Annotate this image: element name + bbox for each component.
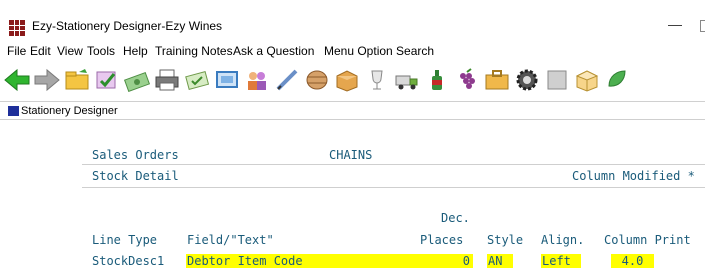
menu-tools[interactable]: Tools bbox=[87, 44, 115, 58]
folder-icon[interactable] bbox=[62, 65, 92, 95]
grapes-icon[interactable] bbox=[452, 65, 482, 95]
menu-training-notes[interactable]: Training Notes bbox=[155, 44, 233, 58]
row-field-input[interactable]: Debtor Item Code bbox=[186, 254, 473, 268]
row-places-input[interactable]: 0 bbox=[455, 254, 473, 268]
title-bar: Ezy-Stationery Designer-Ezy Wines — bbox=[0, 0, 705, 44]
back-arrow-icon[interactable] bbox=[2, 65, 32, 95]
header-align: Align. bbox=[541, 233, 585, 247]
check-icon[interactable] bbox=[92, 65, 122, 95]
form-code: CHAINS bbox=[329, 148, 373, 162]
document-icon bbox=[8, 106, 19, 116]
form-name: Sales Orders bbox=[92, 148, 179, 162]
leaf-icon[interactable] bbox=[602, 65, 632, 95]
menu-help[interactable]: Help bbox=[123, 44, 148, 58]
header-style: Style bbox=[487, 233, 524, 247]
divider-top bbox=[82, 164, 705, 165]
menu-file[interactable]: File bbox=[7, 44, 26, 58]
pen-icon[interactable] bbox=[272, 65, 302, 95]
barrel-icon[interactable] bbox=[302, 65, 332, 95]
header-places: Places bbox=[420, 233, 464, 247]
menu-edit[interactable]: Edit bbox=[30, 44, 51, 58]
menu-view[interactable]: View bbox=[57, 44, 83, 58]
restore-button[interactable] bbox=[700, 20, 705, 32]
wine-glass-icon[interactable] bbox=[362, 65, 392, 95]
divider-bottom bbox=[82, 187, 705, 188]
screen-icon[interactable] bbox=[212, 65, 242, 95]
row-column-print-input[interactable]: 4.0 bbox=[611, 254, 654, 268]
people-icon[interactable] bbox=[242, 65, 272, 95]
row-style-input[interactable]: AN bbox=[487, 254, 513, 268]
row-line-type: StockDesc1 bbox=[92, 254, 165, 268]
section-name: Stock Detail bbox=[92, 169, 179, 183]
header-line-type: Line Type bbox=[92, 233, 158, 247]
minimize-button[interactable]: — bbox=[668, 16, 682, 32]
status-text: Column Modified * bbox=[572, 169, 695, 183]
header-column-print: Column Print bbox=[604, 233, 691, 247]
truck-icon[interactable] bbox=[392, 65, 422, 95]
header-dec: Dec. bbox=[441, 211, 470, 225]
box-icon[interactable] bbox=[332, 65, 362, 95]
header-field: Field/"Text" bbox=[187, 233, 274, 247]
cube-icon[interactable] bbox=[572, 65, 602, 95]
app-grid-icon bbox=[9, 20, 25, 36]
row-align-input[interactable]: Left bbox=[541, 254, 581, 268]
briefcase-icon[interactable] bbox=[482, 65, 512, 95]
settings-gear-icon[interactable] bbox=[512, 65, 542, 95]
bottle-icon[interactable] bbox=[422, 65, 452, 95]
printer-icon[interactable] bbox=[152, 65, 182, 95]
menu-option-search[interactable]: Menu Option Search bbox=[324, 44, 434, 58]
designer-content: Sales Orders CHAINS Stock Detail Column … bbox=[0, 121, 705, 269]
menu-ask-a-question[interactable]: Ask a Question bbox=[233, 44, 314, 58]
check-form-icon[interactable] bbox=[182, 65, 212, 95]
window-title: Ezy-Stationery Designer-Ezy Wines bbox=[32, 19, 223, 33]
document-title: Stationery Designer bbox=[21, 105, 118, 117]
toolbar bbox=[0, 62, 705, 102]
forward-arrow-icon[interactable] bbox=[32, 65, 62, 95]
menu-bar: File Edit View Tools Help Training Notes… bbox=[0, 41, 705, 61]
cash-icon[interactable] bbox=[122, 65, 152, 95]
stop-icon[interactable] bbox=[542, 65, 572, 95]
